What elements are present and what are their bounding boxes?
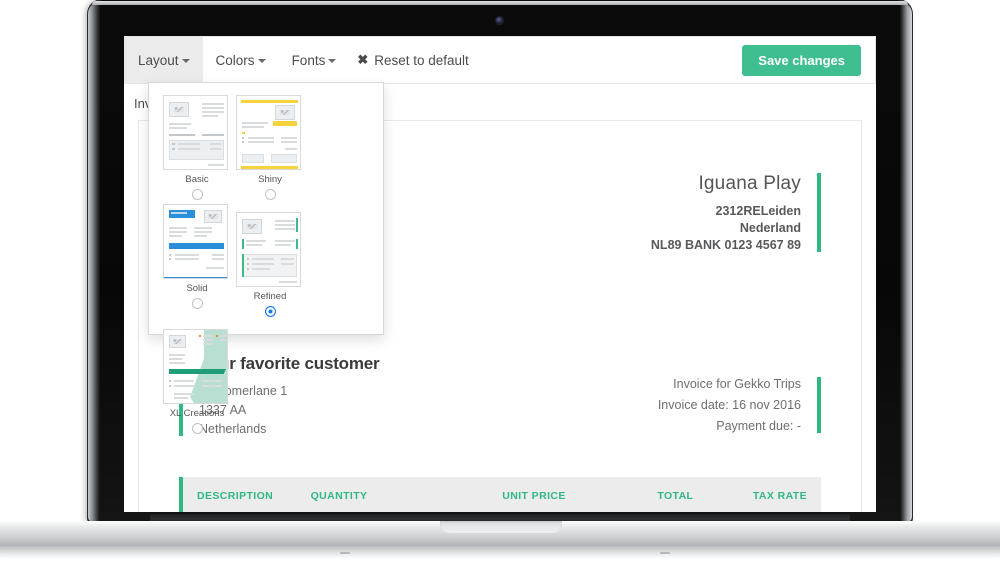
layout-radio-xl-creations[interactable] [191, 423, 203, 434]
layout-option-xl-creations[interactable]: XL Creations [163, 329, 231, 434]
menu-fonts-label: Fonts [291, 52, 326, 68]
reset-to-default-button[interactable]: ✖ Reset to default [357, 52, 468, 68]
menu-fonts[interactable]: Fonts [279, 37, 350, 83]
layout-label-xl-creations: XL Creations [169, 408, 225, 419]
invoice-meta-block: Invoice for Gekko Trips Invoice date: 16… [658, 377, 821, 433]
invoice-date: Invoice date: 16 nov 2016 [657, 398, 801, 412]
menu-layout[interactable]: Layout [125, 37, 203, 83]
thumbnail-solid[interactable] [163, 204, 228, 279]
image-placeholder-icon [169, 335, 186, 348]
image-placeholder-icon [204, 210, 222, 223]
layout-label-shiny: Shiny [258, 174, 282, 185]
laptop-base-notch [440, 521, 562, 533]
layout-label-refined: Refined [253, 291, 287, 302]
col-tax-rate: TAX RATE [752, 490, 807, 502]
layout-option-refined[interactable]: Refined [236, 212, 304, 317]
company-address-line: 2312RELeiden [715, 204, 801, 218]
company-name: Iguana Play [698, 173, 801, 194]
image-placeholder-icon [242, 219, 262, 234]
chevron-down-icon [257, 59, 266, 63]
layout-dropdown-panel: Basic Shiny Solid Refined XL Creations [148, 82, 384, 434]
lid-edge-left [88, 2, 100, 522]
company-bank-line: NL89 BANK 0123 4567 89 [650, 238, 801, 252]
webcam-icon [496, 17, 503, 24]
layout-radio-basic[interactable] [191, 189, 203, 200]
thumbnail-refined[interactable] [236, 212, 301, 287]
col-quantity: QUANTITY [310, 490, 368, 502]
layout-radio-shiny[interactable] [264, 189, 276, 200]
chevron-down-icon [328, 59, 337, 63]
image-placeholder-icon [169, 102, 189, 117]
save-changes-button[interactable]: Save changes [742, 45, 861, 76]
thumbnail-basic[interactable] [163, 95, 228, 170]
col-description: DESCRIPTION [197, 490, 274, 502]
table-header-row: DESCRIPTION QUANTITY UNIT PRICE TOTAL TA… [183, 477, 821, 512]
col-total: TOTAL [657, 490, 694, 502]
chevron-down-icon [181, 59, 190, 63]
image-placeholder-icon [275, 105, 295, 120]
base-foot-right [660, 552, 670, 554]
line-items-table: DESCRIPTION QUANTITY UNIT PRICE TOTAL TA… [179, 477, 821, 512]
lid-edge-right [900, 2, 912, 522]
menu-colors-label: Colors [215, 52, 255, 68]
layout-label-solid: Solid [186, 283, 208, 294]
payment-due: Payment due: - [716, 419, 801, 433]
layout-label-basic: Basic [185, 174, 209, 185]
thumbnail-shiny[interactable] [236, 95, 301, 170]
base-foot-left [340, 552, 350, 554]
layout-option-solid[interactable]: Solid [163, 204, 231, 317]
reset-label: Reset to default [374, 52, 469, 68]
company-country-line: Nederland [739, 221, 801, 235]
menu-colors[interactable]: Colors [203, 37, 279, 83]
layout-option-basic[interactable]: Basic [163, 95, 231, 200]
layout-radio-solid[interactable] [191, 298, 203, 309]
invoice-for: Invoice for Gekko Trips [673, 377, 801, 391]
thumbnail-xl-creations[interactable] [163, 329, 228, 404]
editor-toolbar: Layout Colors Fonts ✖ Reset to default S… [124, 36, 876, 84]
layout-option-shiny[interactable]: Shiny [236, 95, 304, 200]
layout-thumbnail-grid: Basic Shiny Solid Refined XL Creations [149, 95, 383, 434]
screen-viewport: Layout Colors Fonts ✖ Reset to default S… [124, 36, 876, 512]
layout-radio-refined[interactable] [264, 306, 276, 317]
laptop-mockup: Layout Colors Fonts ✖ Reset to default S… [0, 0, 1000, 576]
lid-top-bezel [92, 1, 908, 5]
col-unit-price: UNIT PRICE [502, 490, 566, 502]
menu-layout-label: Layout [138, 52, 179, 68]
laptop-base-lip [0, 546, 1000, 559]
company-header: Iguana Play 2312RELeiden Nederland NL89 … [651, 173, 821, 252]
x-close-icon: ✖ [357, 52, 369, 67]
